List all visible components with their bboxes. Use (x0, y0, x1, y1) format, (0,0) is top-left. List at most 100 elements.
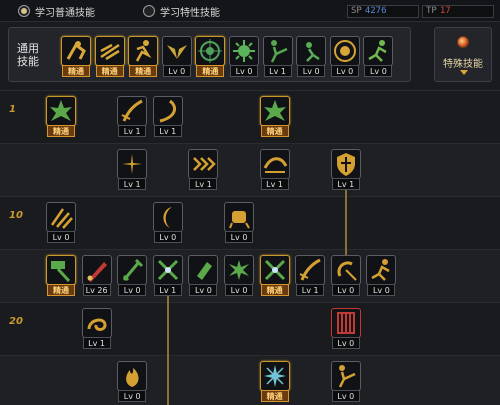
claw-icon[interactable] (46, 202, 76, 232)
skill-slot[interactable]: Lv 1 (188, 149, 219, 190)
leap-icon[interactable] (61, 36, 91, 66)
skill-slot[interactable]: Lv 1 (81, 308, 112, 349)
skill-slot[interactable]: 精通 (128, 36, 159, 77)
moon-icon[interactable] (152, 202, 183, 232)
skill-level-label: Lv 0 (230, 65, 258, 77)
skill-level-label: Lv 26 (82, 284, 111, 296)
spin-icon[interactable] (330, 255, 361, 285)
swirl-icon[interactable] (81, 308, 112, 338)
skill-slot[interactable]: Lv 1 (117, 96, 148, 137)
mastery-badge: 精通 (62, 65, 90, 77)
sword-icon[interactable] (117, 255, 148, 285)
skill-slot[interactable]: Lv 0 (366, 255, 397, 296)
skill-slot[interactable]: Lv 0 (229, 36, 259, 77)
hammer-icon[interactable] (46, 255, 76, 285)
fist-icon[interactable] (224, 202, 254, 232)
skill-slot[interactable]: Lv 1 (117, 149, 148, 190)
slash-icon[interactable] (117, 96, 148, 126)
emblem-icon[interactable] (329, 36, 360, 66)
skill-slot[interactable]: 精通 (259, 255, 290, 296)
burst-icon[interactable] (46, 96, 76, 126)
skill-slot[interactable]: Lv 0 (152, 202, 183, 243)
skill-slot[interactable]: Lv 0 (224, 255, 254, 296)
skill-slot[interactable]: Lv 0 (330, 308, 361, 349)
skill-slot[interactable]: Lv 0 (188, 255, 219, 296)
mastery-badge: 精通 (260, 390, 289, 402)
sp-counter: SP 4276 (347, 5, 419, 18)
skill-slot[interactable]: Lv 0 (117, 255, 148, 296)
blade-icon[interactable] (81, 255, 112, 285)
skill-slot[interactable]: Lv 0 (296, 36, 327, 77)
burst-icon[interactable] (259, 96, 290, 126)
star-burst-icon[interactable] (224, 255, 254, 285)
skill-slot[interactable]: Lv 1 (152, 255, 183, 296)
gauntlet-icon[interactable] (188, 255, 219, 285)
cross-swords-icon[interactable] (152, 255, 183, 285)
level-requirement-marker: 20 (9, 316, 23, 327)
skill-tab-bar: 学习普通技能 学习特性技能 SP 4276 TP 17 (0, 0, 500, 22)
skill-level-label: Lv 0 (162, 65, 191, 77)
skill-level-label: Lv 0 (153, 231, 182, 243)
radio-unselected-icon[interactable] (143, 5, 155, 17)
tab-common-skills[interactable]: 学习普通技能 (18, 3, 95, 19)
skill-level-label: Lv 1 (82, 337, 111, 349)
tab-label: 学习特性技能 (160, 7, 220, 19)
dash-icon[interactable] (94, 36, 125, 66)
mastery-badge: 精通 (260, 125, 289, 137)
skill-slot[interactable]: 精通 (259, 96, 290, 137)
skill-slot[interactable]: Lv 0 (329, 36, 360, 77)
special-skills-button[interactable]: 特殊技能 (434, 27, 492, 82)
skill-slot[interactable]: 精通 (46, 255, 76, 296)
pillar-icon[interactable] (330, 308, 361, 338)
arc-icon[interactable] (152, 96, 183, 126)
skill-slot[interactable]: 精通 (61, 36, 91, 77)
cross-swords-icon[interactable] (259, 255, 290, 285)
skill-slot[interactable]: Lv 1 (295, 255, 326, 296)
chevrons-icon[interactable] (188, 149, 219, 179)
shield-icon[interactable] (330, 149, 361, 179)
mastery-badge: 精通 (95, 65, 124, 77)
flame-icon[interactable] (117, 361, 148, 391)
slash-icon[interactable] (295, 255, 326, 285)
runner-icon[interactable] (128, 36, 159, 66)
wings-icon[interactable] (161, 36, 192, 66)
spark-icon[interactable] (117, 149, 148, 179)
sprint-icon[interactable] (366, 255, 397, 285)
radio-selected-icon[interactable] (18, 5, 30, 17)
level-requirement-marker: 10 (9, 210, 23, 221)
skill-slot[interactable]: Lv 0 (46, 202, 76, 243)
skill-slot[interactable]: Lv 0 (330, 255, 361, 296)
skill-slot[interactable]: Lv 0 (330, 361, 361, 402)
dropdown-arrow-icon (460, 70, 468, 75)
skill-slot[interactable]: Lv 0 (161, 36, 192, 77)
skill-slot[interactable]: Lv 0 (117, 361, 148, 402)
tab-trait-skills[interactable]: 学习特性技能 (143, 3, 220, 19)
kick-icon[interactable] (330, 361, 361, 391)
skill-level-label: Lv 1 (189, 178, 218, 190)
target-icon[interactable] (195, 36, 226, 66)
skill-slot[interactable]: 精通 (94, 36, 125, 77)
sweep-icon[interactable] (259, 149, 290, 179)
skill-slot[interactable]: 精通 (195, 36, 226, 77)
skill-level-label: Lv 1 (118, 125, 147, 137)
crouch-icon[interactable] (296, 36, 327, 66)
radial-icon[interactable] (229, 36, 259, 66)
skill-slot[interactable]: Lv 0 (363, 36, 394, 77)
special-skills-label: 特殊技能 (443, 59, 483, 70)
skill-level-label: Lv 0 (367, 284, 396, 296)
skill-slot[interactable]: Lv 26 (81, 255, 112, 296)
skill-level-label: Lv 1 (263, 65, 292, 77)
skill-slot[interactable]: 精通 (259, 361, 290, 402)
skill-slot[interactable]: Lv 1 (262, 36, 293, 77)
skill-slot[interactable]: 精通 (46, 96, 76, 137)
skill-slot[interactable]: Lv 1 (152, 96, 183, 137)
skill-slot[interactable]: Lv 1 (330, 149, 361, 190)
kick-icon[interactable] (262, 36, 293, 66)
skill-slot[interactable]: Lv 0 (224, 202, 254, 243)
skill-level-label: Lv 0 (118, 390, 147, 402)
ice-burst-icon[interactable] (259, 361, 290, 391)
skill-level-label: Lv 0 (118, 284, 147, 296)
sprint-icon[interactable] (363, 36, 394, 66)
skill-slot[interactable]: Lv 1 (259, 149, 290, 190)
skill-level-label: Lv 1 (331, 178, 360, 190)
